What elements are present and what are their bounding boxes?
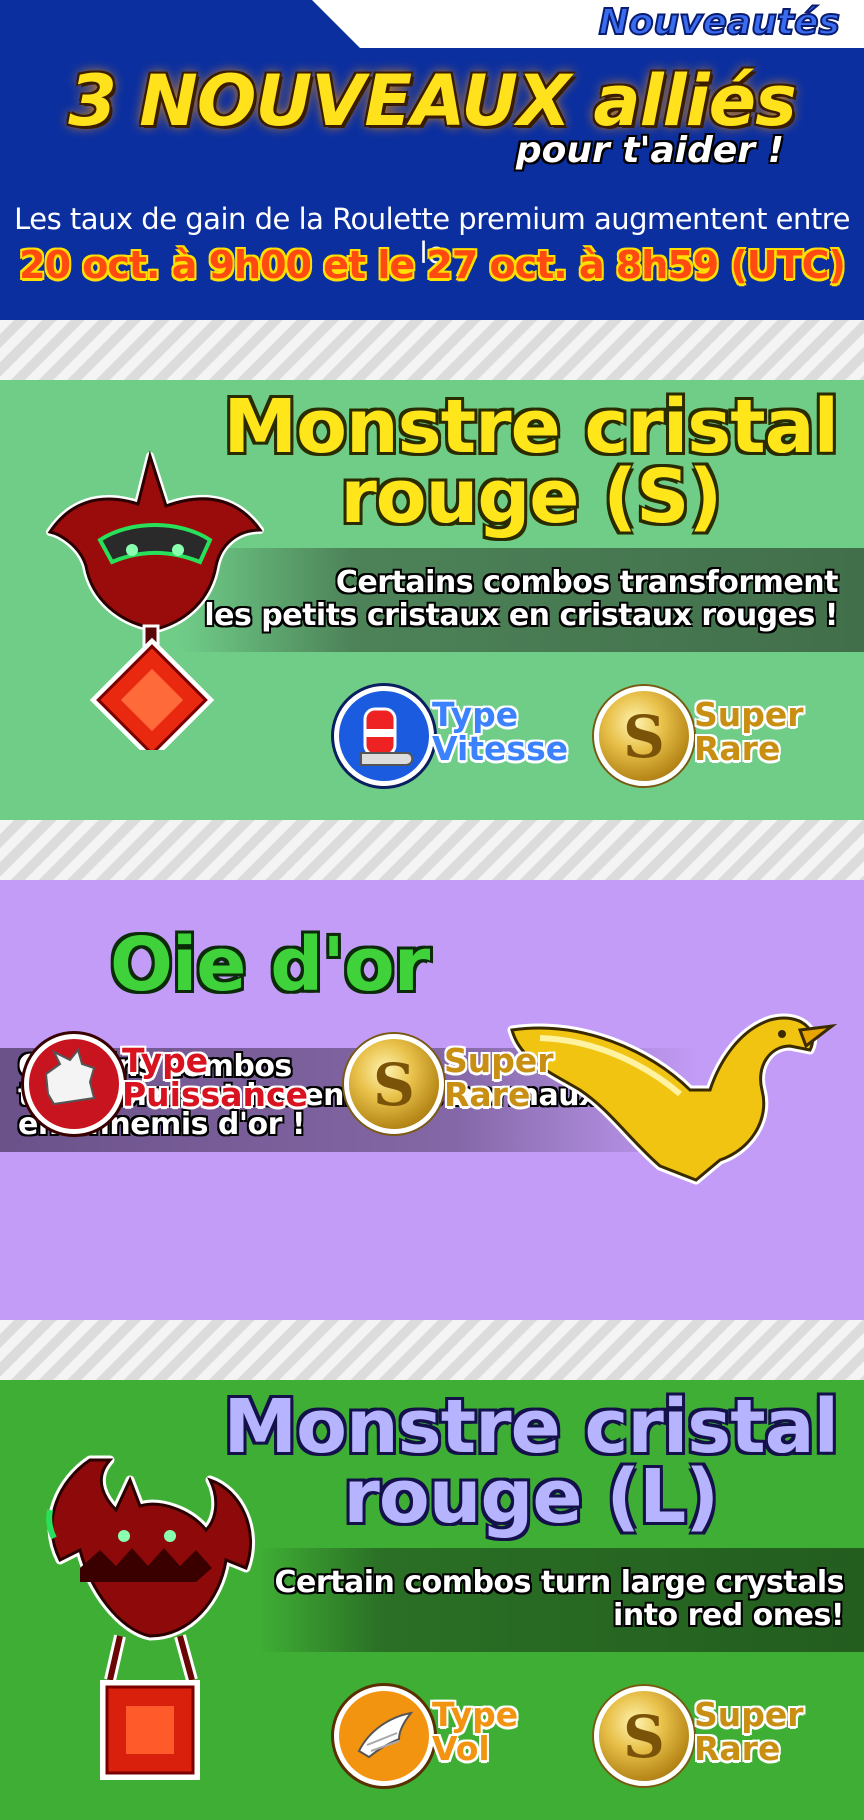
ally-name: Monstre cristal bbox=[223, 384, 839, 470]
headline-subtitle: pour t'aider ! bbox=[515, 130, 784, 171]
divider-stripes bbox=[0, 820, 864, 880]
tag-ribbon: Nouveautés bbox=[312, 0, 864, 48]
ally-description-line2: into red ones! bbox=[613, 1598, 844, 1633]
ally-description-line2: les petits cristaux en cristaux rouges ! bbox=[204, 598, 838, 633]
type-label: Type bbox=[122, 1041, 209, 1080]
ally-name: Oie d'or bbox=[110, 922, 430, 1008]
ally-card-red-crystal-l: Monstre cristal rouge (L) Certain combos… bbox=[0, 1380, 864, 1820]
type-value: Vitesse bbox=[432, 729, 569, 768]
event-dates: 20 oct. à 9h00 et le 27 oct. à 8h59 (UTC… bbox=[19, 243, 846, 287]
s-coin-icon: S bbox=[594, 686, 694, 786]
speed-shoe-icon bbox=[334, 686, 434, 786]
rarity-value: Rare bbox=[694, 729, 781, 768]
announcement-header: Nouveautés 3 NOUVEAUX alliés pour t'aide… bbox=[0, 0, 864, 320]
type-value: Vol bbox=[432, 1729, 490, 1768]
red-crystal-monster-s-icon bbox=[46, 450, 264, 750]
ally-description: Certain combos turn large crystals bbox=[274, 1565, 845, 1600]
red-crystal-monster-l-icon bbox=[46, 1455, 255, 1780]
type-label: Type bbox=[432, 1695, 519, 1734]
rarity-value: Rare bbox=[444, 1075, 531, 1114]
ally-name-line2: rouge (S) bbox=[340, 454, 722, 540]
s-coin-icon: S bbox=[344, 1034, 444, 1134]
ally-description: Certains combos transforment bbox=[335, 565, 839, 600]
ally-card-golden-goose: Oie d'or Certains combos transforment le… bbox=[0, 880, 864, 1320]
ally-name: Monstre cristal bbox=[223, 1384, 839, 1470]
rarity-label: Super bbox=[444, 1041, 554, 1080]
divider-stripes bbox=[0, 1320, 864, 1380]
s-coin-icon: S bbox=[594, 1686, 694, 1786]
ally-card-red-crystal-s: Monstre cristal rouge (S) Certains combo… bbox=[0, 380, 864, 820]
type-value: Puissance bbox=[122, 1075, 308, 1114]
ally-name-line2: rouge (L) bbox=[343, 1454, 719, 1540]
rarity-label: Super bbox=[694, 1695, 804, 1734]
rarity-label: Super bbox=[694, 695, 804, 734]
flight-wing-icon bbox=[334, 1686, 434, 1786]
type-label: Type bbox=[432, 695, 519, 734]
news-tag: Nouveautés bbox=[598, 1, 841, 44]
divider-stripes bbox=[0, 320, 864, 380]
rarity-value: Rare bbox=[694, 1729, 781, 1768]
